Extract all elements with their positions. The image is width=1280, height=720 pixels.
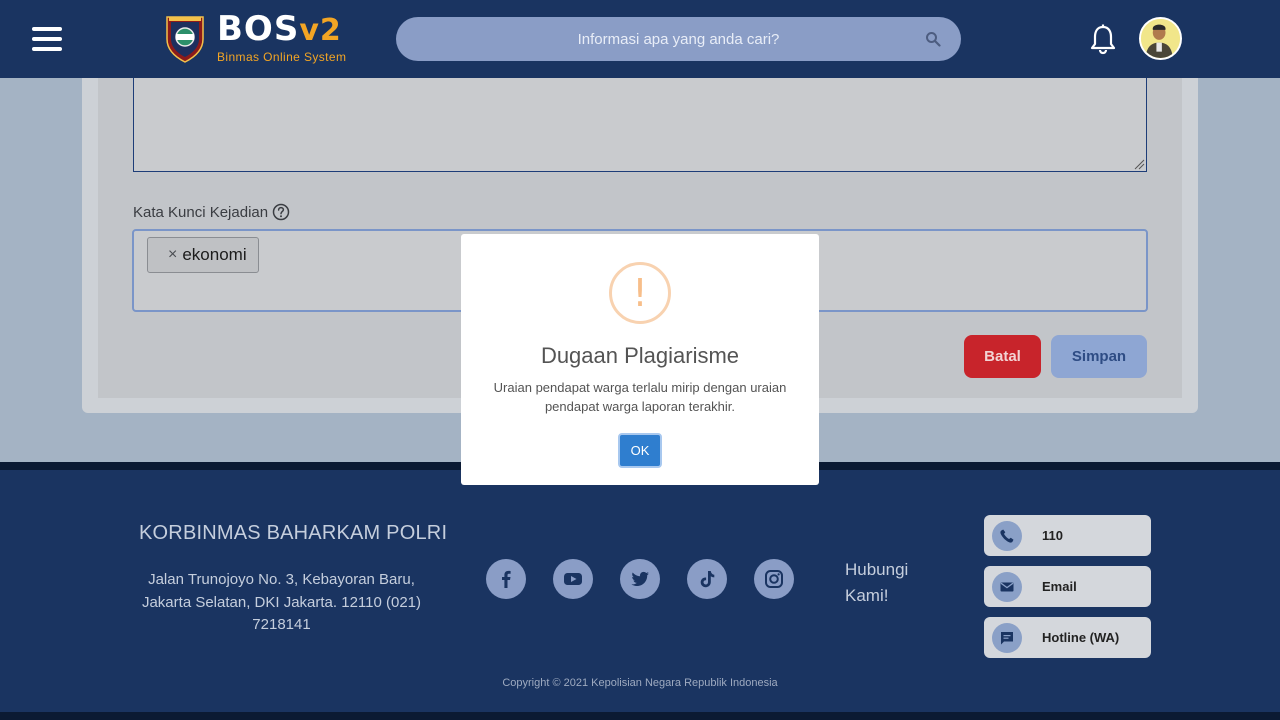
- help-icon[interactable]: [272, 203, 290, 221]
- hotline-contact-button[interactable]: Hotline (WA): [984, 617, 1151, 658]
- search-input[interactable]: [443, 30, 914, 48]
- footer-address: Jalan Trunojoyo No. 3, Kebayoran Baru, J…: [141, 571, 422, 633]
- dialog-message: Uraian pendapat warga terlalu mirip deng…: [493, 380, 787, 414]
- police-shield-icon: [166, 16, 204, 63]
- footer-bottom-bar: [0, 712, 1280, 720]
- warning-icon: !: [609, 262, 671, 324]
- email-contact-button[interactable]: Email: [984, 566, 1151, 607]
- logo-subtitle: Binmas Online System: [217, 50, 347, 64]
- description-textarea[interactable]: [133, 78, 1147, 172]
- phone-contact-label: 110: [1042, 528, 1063, 543]
- copyright-text: Copyright © 2021 Kepolisian Negara Repub…: [502, 677, 778, 689]
- brand-logo[interactable]: BOSv2 Binmas Online System: [165, 12, 346, 64]
- youtube-icon[interactable]: [553, 559, 593, 599]
- logo-title: BOSv2: [217, 9, 342, 49]
- tiktok-icon[interactable]: [687, 559, 727, 599]
- chat-icon: [992, 622, 1022, 653]
- save-button[interactable]: Simpan: [1051, 335, 1147, 378]
- hotline-contact-label: Hotline (WA): [1042, 630, 1120, 645]
- keyword-field-label: Kata Kunci Kejadian: [133, 203, 290, 221]
- mail-icon: [992, 571, 1022, 602]
- cancel-button[interactable]: Batal: [964, 335, 1041, 378]
- user-avatar[interactable]: [1139, 17, 1182, 60]
- phone-icon: [992, 520, 1022, 551]
- dialog-title: Dugaan Plagiarisme: [540, 343, 740, 368]
- tag-remove-icon[interactable]: ×: [168, 246, 177, 264]
- twitter-icon[interactable]: [620, 559, 660, 599]
- facebook-icon[interactable]: [486, 559, 526, 599]
- menu-icon[interactable]: [32, 27, 62, 51]
- email-contact-label: Email: [1042, 579, 1077, 594]
- phone-contact-button[interactable]: 110: [984, 515, 1151, 556]
- search-bar: [396, 17, 961, 61]
- notification-bell-icon[interactable]: [1088, 23, 1118, 55]
- user-photo-icon: [1141, 19, 1180, 58]
- keyword-tag: × ekonomi: [147, 237, 259, 273]
- search-icon[interactable]: [925, 31, 941, 47]
- keyword-label-text: Kata Kunci Kejadian: [133, 203, 269, 221]
- plagiarism-alert-dialog: ! Dugaan Plagiarisme Uraian pendapat war…: [461, 234, 819, 485]
- ok-button[interactable]: OK: [618, 433, 662, 468]
- resize-handle-icon[interactable]: [1133, 158, 1145, 170]
- top-navbar: BOSv2 Binmas Online System: [0, 0, 1280, 78]
- instagram-icon[interactable]: [754, 559, 794, 599]
- tag-label: ekonomi: [182, 245, 247, 264]
- contact-heading: Hubungi Kami!: [845, 560, 909, 605]
- footer-org-name: KORBINMAS BAHARKAM POLRI: [139, 522, 448, 544]
